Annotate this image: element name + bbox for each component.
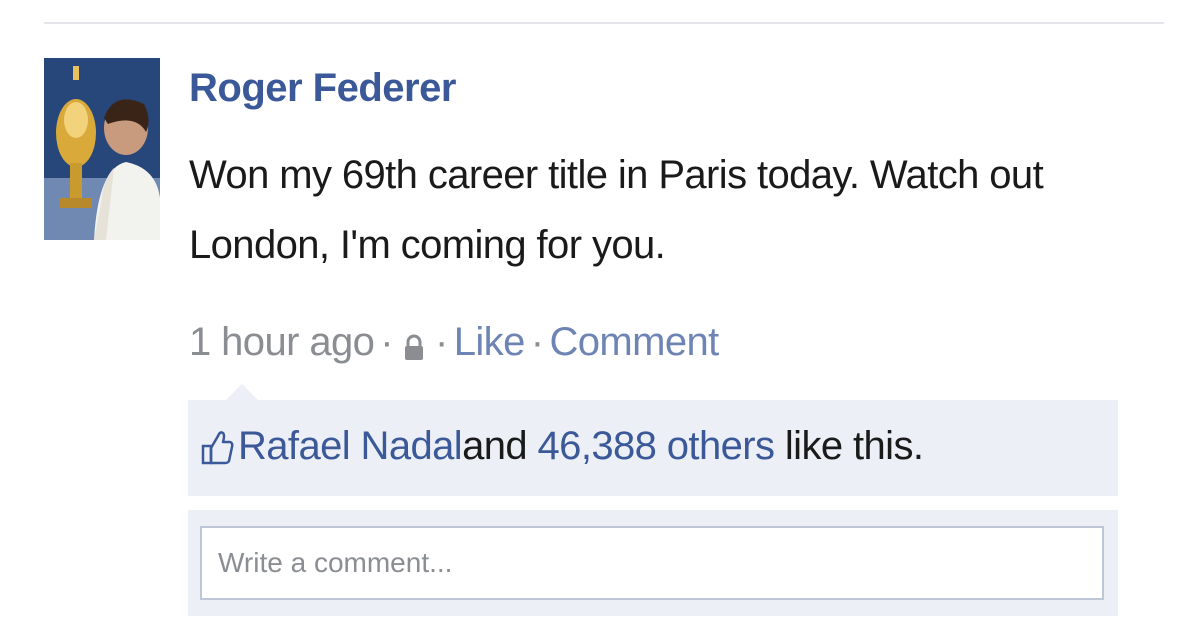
likes-box-notch [226, 384, 258, 400]
comment-link[interactable]: Comment [549, 320, 719, 365]
likes-suffix-text: like this. [784, 424, 924, 468]
top-divider [44, 22, 1164, 24]
avatar[interactable] [44, 58, 160, 240]
post-timestamp: 1 hour ago [189, 320, 375, 364]
likes-and-text: and [462, 424, 528, 468]
meta-separator: · [435, 320, 448, 364]
likes-others-link[interactable]: 46,388 others [538, 424, 775, 469]
meta-separator: · [380, 320, 394, 364]
post-meta-bar: 1 hour ago · · Like · Comment [189, 320, 719, 365]
post-author-name[interactable]: Roger Federer [189, 66, 456, 111]
like-link[interactable]: Like [454, 320, 526, 365]
comment-box [188, 510, 1118, 616]
post-text: Won my 69th career title in Paris today.… [189, 153, 1044, 267]
comment-input[interactable] [200, 526, 1104, 600]
likes-box: Rafael Nadal and 46,388 others like this… [188, 400, 1118, 496]
thumbs-up-icon [200, 428, 234, 466]
likes-summary: Rafael Nadal and 46,388 others like this… [200, 424, 924, 469]
avatar-photo [44, 58, 160, 240]
liker-name-link[interactable]: Rafael Nadal [238, 424, 463, 469]
lock-icon[interactable] [403, 328, 425, 360]
meta-separator: · [530, 320, 544, 364]
